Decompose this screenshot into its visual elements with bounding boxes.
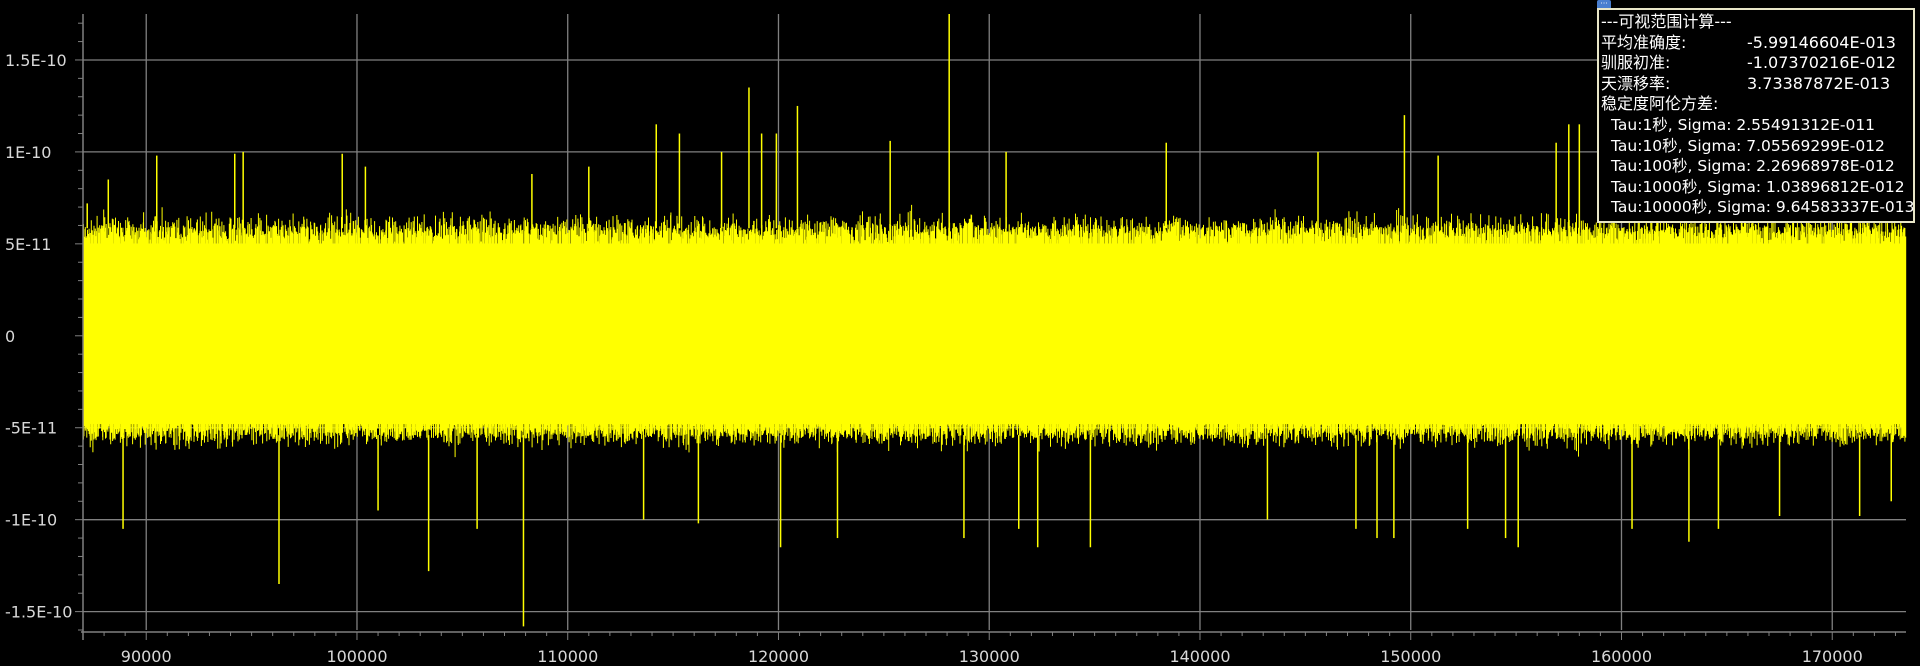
- x-tick-label: 170000: [1802, 647, 1863, 666]
- y-tick-label: 0: [5, 327, 15, 346]
- allan-row: Tau:100秒, Sigma: 2.26968978E-012: [1611, 157, 1895, 176]
- y-tick-label: 1.5E-10: [5, 51, 67, 70]
- allan-row: Tau:10秒, Sigma: 7.05569299E-012: [1611, 136, 1885, 155]
- x-tick-label: 140000: [1169, 647, 1230, 666]
- x-tick-label: 160000: [1591, 647, 1652, 666]
- allan-row: Tau:1秒, Sigma: 2.55491312E-011: [1611, 115, 1876, 134]
- stat-value: -5.99146604E-013: [1747, 32, 1896, 52]
- y-tick-label: -1.5E-10: [5, 603, 72, 622]
- x-tick-label: 150000: [1380, 647, 1441, 666]
- x-tick-label: 90000: [121, 647, 172, 666]
- x-tick-label: 100000: [326, 647, 387, 666]
- y-tick-label: -1E-10: [5, 511, 57, 530]
- visible-range-stats-panel[interactable]: ---可视范围计算--- 平均准确度: -5.99146604E-013 驯服初…: [1597, 8, 1915, 223]
- y-tick-label: 1E-10: [5, 143, 51, 162]
- x-tick-label: 110000: [537, 647, 598, 666]
- stat-label: 天漂移率:: [1601, 73, 1671, 93]
- stat-row-initial-taming: 驯服初准: -1.07370216E-012: [1599, 53, 1913, 74]
- stat-row-average-accuracy: 平均准确度: -5.99146604E-013: [1599, 33, 1913, 54]
- allan-variance-heading: 稳定度阿伦方差:: [1601, 94, 1719, 114]
- x-tick-label: 130000: [959, 647, 1020, 666]
- stat-label: 驯服初准:: [1601, 53, 1671, 73]
- trace-noise: [83, 204, 1907, 458]
- allan-row: Tau:1000秒, Sigma: 1.03896812E-012: [1611, 177, 1905, 196]
- stat-label: 平均准确度:: [1601, 32, 1687, 52]
- y-axis-ticks: 1.5E-10 1E-10 5E-11 0 -5E-11 -1E-10 -1.5E-10: [5, 22, 83, 631]
- x-axis-ticks: 90000 100000 110000 120000 130000 140000 15000…: [82, 632, 1896, 666]
- stat-row-daily-drift: 天漂移率: 3.73387872E-013: [1599, 74, 1913, 95]
- stat-value: -1.07370216E-012: [1747, 53, 1896, 73]
- x-tick-label: 120000: [748, 647, 809, 666]
- allan-row: Tau:10000秒, Sigma: 9.64583337E-013: [1611, 198, 1915, 217]
- stat-value: 3.73387872E-013: [1747, 73, 1891, 93]
- y-tick-label: 5E-11: [5, 235, 51, 254]
- y-tick-label: -5E-11: [5, 419, 57, 438]
- panel-title: ---可视范围计算---: [1601, 12, 1732, 31]
